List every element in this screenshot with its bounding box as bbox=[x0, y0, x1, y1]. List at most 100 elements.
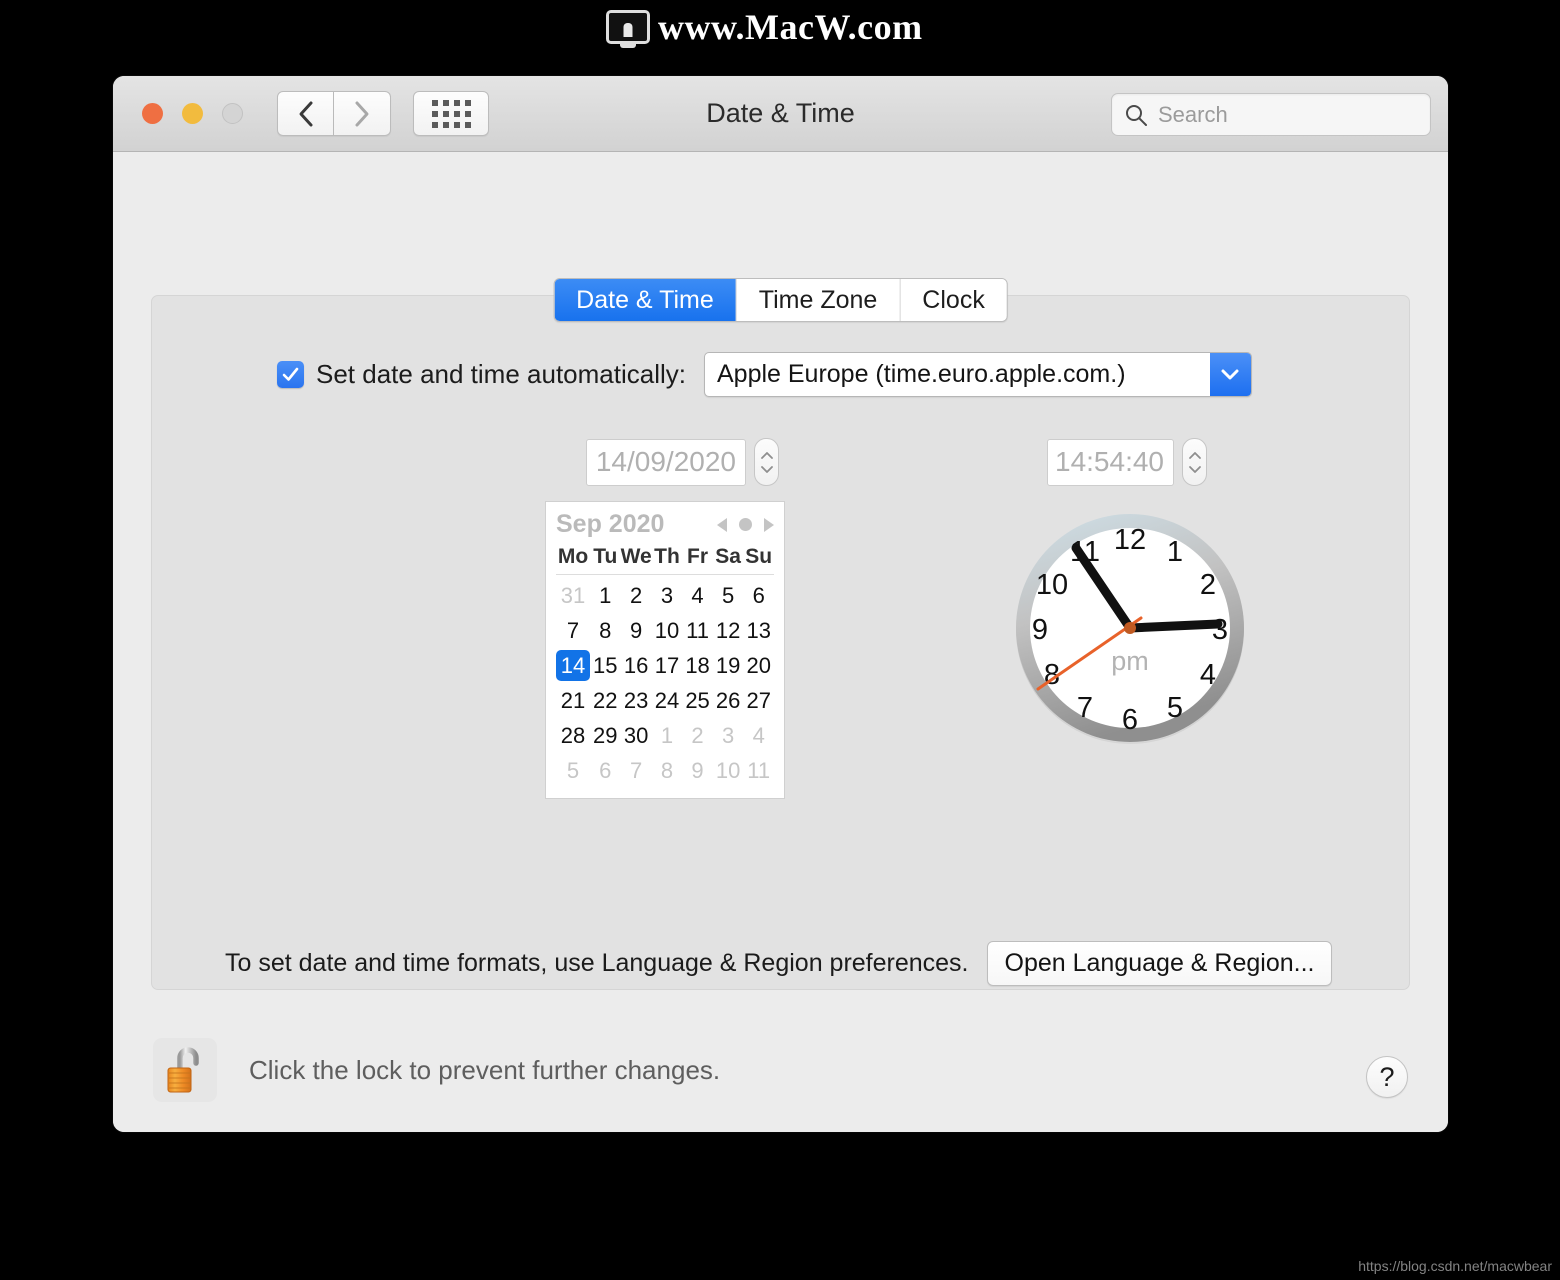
calendar-day-label: 3 bbox=[660, 582, 674, 608]
calendar-day[interactable]: 17 bbox=[652, 648, 683, 683]
circle-dot-icon[interactable] bbox=[739, 518, 752, 531]
open-language-region-button[interactable]: Open Language & Region... bbox=[986, 941, 1333, 986]
calendar-day[interactable]: 30 bbox=[621, 718, 652, 753]
calendar-day[interactable]: 13 bbox=[743, 613, 774, 648]
calendar-day[interactable]: 1 bbox=[590, 578, 621, 613]
calendar-day-label: 27 bbox=[746, 687, 771, 713]
triangle-left-icon[interactable] bbox=[717, 517, 727, 532]
triangle-right-icon[interactable] bbox=[764, 517, 774, 532]
calendar-day[interactable]: 16 bbox=[621, 648, 652, 683]
traffic-lights bbox=[142, 103, 243, 124]
calendar-day[interactable]: 26 bbox=[713, 683, 744, 718]
svg-text:2: 2 bbox=[1200, 569, 1216, 601]
calendar-day[interactable]: 15 bbox=[590, 648, 621, 683]
preferences-window: Date & Time Search Date & Time Time Zone… bbox=[113, 76, 1448, 1132]
tab-clock[interactable]: Clock bbox=[900, 279, 1007, 321]
tab-time-zone[interactable]: Time Zone bbox=[736, 279, 901, 321]
calendar-day-label: 25 bbox=[685, 687, 710, 713]
calendar-day[interactable]: 4 bbox=[743, 718, 774, 753]
calendar-day-label: 7 bbox=[630, 757, 643, 783]
calendar-day[interactable]: 5 bbox=[556, 753, 590, 788]
calendar-weekday: Mo bbox=[556, 545, 590, 575]
calendar-day[interactable]: 9 bbox=[682, 753, 713, 788]
forward-button[interactable] bbox=[334, 91, 391, 136]
calendar-day[interactable]: 9 bbox=[621, 613, 652, 648]
set-automatically-checkbox[interactable] bbox=[277, 361, 304, 388]
calendar-day[interactable]: 27 bbox=[743, 683, 774, 718]
calendar-day[interactable]: 25 bbox=[682, 683, 713, 718]
close-button[interactable] bbox=[142, 103, 163, 124]
svg-text:6: 6 bbox=[1122, 704, 1138, 736]
calendar-day[interactable]: 6 bbox=[743, 578, 774, 613]
help-button[interactable]: ? bbox=[1366, 1056, 1408, 1098]
calendar-day[interactable]: 20 bbox=[743, 648, 774, 683]
calendar-day[interactable]: 29 bbox=[590, 718, 621, 753]
calendar-day-label: 10 bbox=[654, 617, 680, 643]
calendar-day-label: 18 bbox=[685, 652, 710, 678]
minimize-button[interactable] bbox=[182, 103, 203, 124]
calendar-day-selected[interactable]: 14 bbox=[556, 648, 590, 683]
calendar-day-label: 16 bbox=[623, 652, 649, 678]
calendar-day[interactable]: 19 bbox=[713, 648, 744, 683]
time-input[interactable]: 14:54:40 bbox=[1047, 438, 1174, 486]
calendar-day[interactable]: 10 bbox=[652, 613, 683, 648]
calendar-day[interactable]: 10 bbox=[713, 753, 744, 788]
calendar-day-label: 9 bbox=[630, 617, 643, 643]
time-server-select[interactable]: Apple Europe (time.euro.apple.com.) bbox=[703, 352, 1252, 397]
calendar-day-label: 8 bbox=[599, 617, 612, 643]
calendar-day[interactable]: 21 bbox=[556, 683, 590, 718]
svg-text:10: 10 bbox=[1036, 569, 1068, 601]
calendar[interactable]: Sep 2020 Mo Tu We Th Fr Sa Su 31 1 2 3 4 5 6 7 8 9 10 11 12… bbox=[545, 501, 785, 799]
calendar-day-label: 20 bbox=[746, 652, 771, 678]
calendar-day[interactable]: 2 bbox=[621, 578, 652, 613]
calendar-day[interactable]: 3 bbox=[652, 578, 683, 613]
calendar-day[interactable]: 18 bbox=[682, 648, 713, 683]
calendar-day-label: 23 bbox=[623, 687, 649, 713]
calendar-day[interactable]: 23 bbox=[621, 683, 652, 718]
calendar-day[interactable]: 3 bbox=[713, 718, 744, 753]
back-button[interactable] bbox=[277, 91, 334, 136]
svg-text:4: 4 bbox=[1200, 659, 1216, 691]
calendar-day[interactable]: 6 bbox=[590, 753, 621, 788]
calendar-day[interactable]: 11 bbox=[682, 613, 713, 648]
calendar-day[interactable]: 12 bbox=[713, 613, 744, 648]
calendar-day[interactable]: 7 bbox=[556, 613, 590, 648]
calendar-day[interactable]: 22 bbox=[590, 683, 621, 718]
clock-meridiem: pm bbox=[1111, 646, 1149, 676]
search-input[interactable]: Search bbox=[1111, 93, 1431, 136]
calendar-day[interactable]: 8 bbox=[590, 613, 621, 648]
search-placeholder: Search bbox=[1158, 101, 1228, 127]
calendar-day[interactable]: 5 bbox=[713, 578, 744, 613]
calendar-weekday: Sa bbox=[712, 545, 744, 575]
calendar-day-label: 13 bbox=[746, 617, 771, 643]
calendar-day-label: 15 bbox=[593, 652, 618, 678]
svg-text:5: 5 bbox=[1167, 692, 1183, 724]
calendar-day[interactable]: 2 bbox=[682, 718, 713, 753]
calendar-day[interactable]: 11 bbox=[743, 753, 774, 788]
calendar-day[interactable]: 31 bbox=[556, 578, 590, 613]
chevron-up-icon bbox=[760, 451, 773, 459]
calendar-day-label: 14 bbox=[556, 650, 590, 681]
window-titlebar: Date & Time Search bbox=[113, 76, 1448, 152]
date-stepper[interactable] bbox=[754, 438, 779, 486]
calendar-month-label: Sep 2020 bbox=[556, 510, 665, 538]
show-all-button[interactable] bbox=[413, 91, 489, 136]
tab-date-time[interactable]: Date & Time bbox=[554, 279, 737, 321]
calendar-day-label: 24 bbox=[654, 687, 680, 713]
calendar-day[interactable]: 8 bbox=[652, 753, 683, 788]
calendar-day[interactable]: 28 bbox=[556, 718, 590, 753]
calendar-day-label: 5 bbox=[566, 757, 580, 783]
calendar-day-label: 17 bbox=[654, 652, 680, 678]
calendar-day-label: 28 bbox=[560, 722, 586, 748]
time-stepper[interactable] bbox=[1182, 438, 1207, 486]
chevron-left-icon bbox=[299, 101, 312, 126]
calendar-day[interactable]: 7 bbox=[621, 753, 652, 788]
format-hint-text: To set date and time formats, use Langua… bbox=[225, 949, 969, 977]
calendar-day[interactable]: 24 bbox=[652, 683, 683, 718]
date-time-panel: Set date and time automatically: Apple E… bbox=[151, 295, 1410, 990]
calendar-day[interactable]: 1 bbox=[652, 718, 683, 753]
calendar-grid: Mo Tu We Th Fr Sa Su 31 1 2 3 4 5 6 7 8 9 10 11 12 13 14 15 16 1… bbox=[556, 545, 774, 788]
date-input[interactable]: 14/09/2020 bbox=[586, 438, 746, 486]
lock-button[interactable] bbox=[153, 1038, 217, 1102]
calendar-day[interactable]: 4 bbox=[682, 578, 713, 613]
